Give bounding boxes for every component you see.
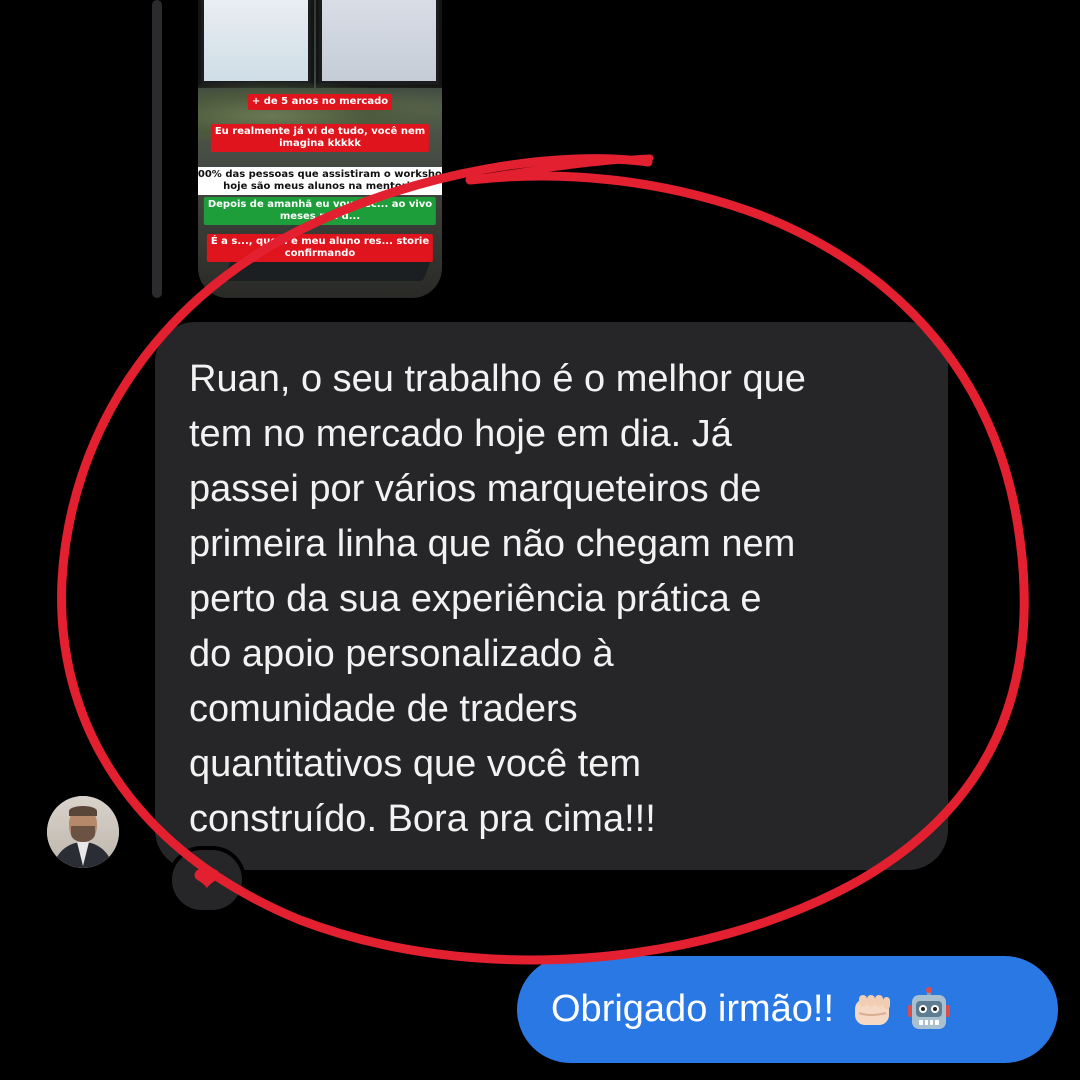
message-line: perto da sua experiência prática e: [189, 578, 762, 620]
message-line: tem no mercado hoje em dia. Já: [189, 413, 732, 455]
monitor-right: [316, 0, 442, 88]
story-caption: + de 5 anos no mercado: [247, 94, 393, 110]
outgoing-message-text: Obrigado irmão!!: [551, 988, 835, 1030]
message-line: primeira linha que não chegam nem: [189, 523, 796, 565]
story-caption: É a s..., quem é meu aluno res... storie…: [206, 234, 434, 262]
incoming-message-bubble[interactable]: Ruan, o seu trabalho é o melhor que tem …: [155, 322, 948, 870]
message-line: construído. Bora pra cima!!!: [189, 798, 656, 840]
reaction-badge[interactable]: ❤: [168, 846, 246, 914]
message-line: Ruan, o seu trabalho é o melhor que: [189, 358, 806, 400]
message-line: comunidade de traders: [189, 688, 578, 730]
message-line: do apoio personalizado à: [189, 633, 614, 675]
message-line: passei por vários marqueteiros de: [189, 468, 762, 510]
avatar[interactable]: [47, 796, 119, 868]
outgoing-message-bubble[interactable]: Obrigado irmão!!: [517, 956, 1058, 1063]
chat-screen: + de 5 anos no mercado Eu realmente já v…: [0, 0, 1080, 1080]
fist-bump-icon: [850, 987, 896, 1033]
story-caption: Eu realmente já vi de tudo, você nem imag…: [210, 124, 430, 152]
message-line: quantitativos que você tem: [189, 743, 642, 785]
reply-thread-line: [152, 0, 162, 298]
robot-icon: [906, 986, 952, 1033]
heart-icon: ❤: [192, 860, 222, 900]
story-caption: 100% das pessoas que assistiram o worksh…: [198, 167, 442, 195]
monitor-left: [198, 0, 314, 88]
story-caption: Depois de amanhã eu vou dec... ao vivo me…: [203, 197, 437, 225]
story-reply-thumbnail[interactable]: + de 5 anos no mercado Eu realmente já v…: [198, 0, 442, 298]
